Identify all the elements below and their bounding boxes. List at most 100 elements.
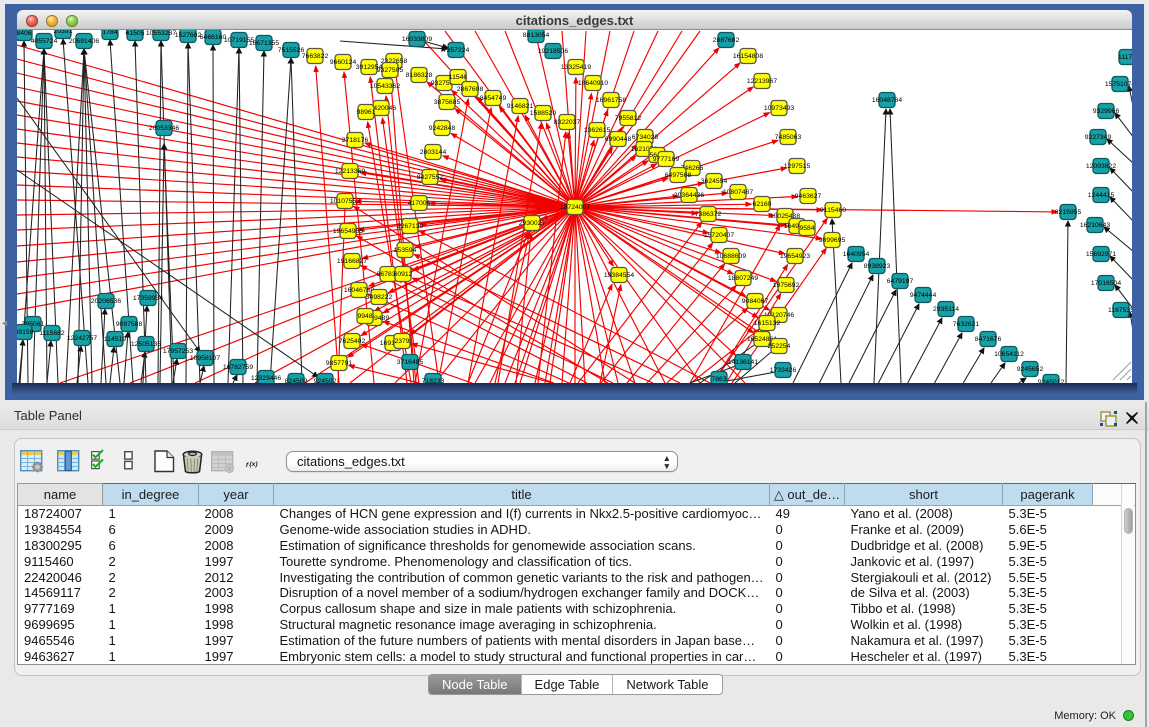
svg-text:7515526: 7515526 bbox=[278, 47, 305, 54]
svg-text:2935114: 2935114 bbox=[933, 306, 959, 313]
svg-text:12242757: 12242757 bbox=[67, 335, 97, 342]
svg-text:1733426: 1733426 bbox=[770, 367, 797, 374]
svg-text:20391: 20391 bbox=[54, 30, 73, 35]
svg-text:18807249: 18807249 bbox=[728, 275, 758, 282]
svg-text:8813054: 8813054 bbox=[523, 32, 550, 39]
svg-text:1615132: 1615132 bbox=[754, 320, 781, 327]
svg-text:9584: 9584 bbox=[799, 225, 814, 232]
svg-text:1588520: 1588520 bbox=[530, 110, 557, 117]
svg-text:3624554: 3624554 bbox=[701, 178, 728, 185]
svg-text:15692971: 15692971 bbox=[1086, 251, 1116, 258]
svg-text:11174: 11174 bbox=[1118, 54, 1132, 61]
svg-text:8454749: 8454749 bbox=[480, 95, 507, 102]
svg-text:19654923: 19654923 bbox=[780, 253, 810, 260]
svg-text:8938923: 8938923 bbox=[864, 263, 891, 270]
svg-text:12213369: 12213369 bbox=[335, 168, 365, 175]
svg-text:17957253: 17957253 bbox=[163, 348, 193, 355]
svg-text:3498222: 3498222 bbox=[366, 294, 393, 301]
svg-text:9948: 9948 bbox=[357, 313, 372, 320]
svg-text:6990448: 6990448 bbox=[605, 136, 632, 143]
svg-text:7485063: 7485063 bbox=[775, 134, 802, 141]
svg-text:9115460: 9115460 bbox=[820, 207, 846, 214]
svg-text:9899695: 9899695 bbox=[819, 237, 846, 244]
svg-text:3716485: 3716485 bbox=[397, 359, 424, 366]
svg-text:9245652: 9245652 bbox=[1017, 366, 1044, 373]
svg-text:10807487: 10807487 bbox=[723, 189, 753, 196]
svg-text:824509: 824509 bbox=[285, 378, 308, 383]
svg-text:153594: 153594 bbox=[394, 247, 417, 254]
svg-text:3875685: 3875685 bbox=[434, 99, 461, 106]
svg-text:9329966: 9329966 bbox=[1093, 108, 1120, 115]
svg-text:19218506: 19218506 bbox=[538, 48, 568, 55]
svg-text:7663822: 7663822 bbox=[302, 53, 329, 60]
svg-text:9084067: 9084067 bbox=[742, 298, 769, 305]
svg-text:16961758: 16961758 bbox=[596, 97, 626, 104]
svg-text:14136141: 14136141 bbox=[728, 359, 758, 366]
svg-text:18640910: 18640910 bbox=[578, 80, 608, 87]
svg-text:9474444: 9474444 bbox=[910, 292, 937, 299]
svg-text:1244415: 1244415 bbox=[1088, 192, 1115, 199]
svg-text:1527602: 1527602 bbox=[175, 32, 202, 39]
svg-text:16154808: 16154808 bbox=[733, 53, 763, 60]
svg-text:10107553: 10107553 bbox=[330, 198, 360, 205]
svg-text:10958107: 10958107 bbox=[190, 355, 220, 362]
svg-text:98961: 98961 bbox=[357, 109, 376, 116]
svg-text:2930027: 2930027 bbox=[519, 220, 546, 227]
svg-text:39159: 39159 bbox=[17, 329, 34, 336]
svg-text:19166827: 19166827 bbox=[337, 258, 367, 265]
svg-text:9097588: 9097588 bbox=[116, 321, 143, 328]
svg-text:1362615: 1362615 bbox=[584, 127, 611, 134]
svg-text:6734028: 6734028 bbox=[632, 134, 659, 141]
svg-text:4055724: 4055724 bbox=[31, 38, 58, 45]
svg-text:16782759: 16782759 bbox=[223, 364, 253, 371]
svg-text:16033809: 16033809 bbox=[402, 36, 432, 43]
svg-text:252254: 252254 bbox=[768, 343, 791, 350]
svg-text:9327505: 9327505 bbox=[377, 67, 404, 74]
svg-text:2803144: 2803144 bbox=[420, 149, 447, 156]
svg-text:10553287: 10553287 bbox=[146, 30, 176, 37]
svg-text:19384554: 19384554 bbox=[604, 272, 634, 279]
svg-text:9777169: 9777169 bbox=[653, 156, 680, 163]
svg-text:13325419: 13325419 bbox=[561, 64, 591, 71]
svg-text:8471676: 8471676 bbox=[975, 336, 1002, 343]
svg-text:7863: 7863 bbox=[711, 376, 726, 383]
svg-text:19654985: 19654985 bbox=[333, 228, 363, 235]
svg-text:9242848: 9242848 bbox=[429, 125, 456, 132]
svg-text:114519: 114519 bbox=[104, 336, 126, 343]
svg-text:8322037: 8322037 bbox=[554, 119, 581, 126]
svg-text:2887682: 2887682 bbox=[713, 37, 740, 44]
svg-text:6479197: 6479197 bbox=[887, 278, 914, 285]
svg-text:1975692: 1975692 bbox=[773, 282, 800, 289]
svg-text:61505: 61505 bbox=[126, 30, 145, 37]
svg-text:8215955: 8215955 bbox=[1055, 209, 1082, 216]
svg-text:7386372: 7386372 bbox=[695, 211, 722, 218]
svg-text:2379: 2379 bbox=[394, 338, 409, 345]
svg-text:417006: 417006 bbox=[408, 200, 431, 207]
svg-text:20691406: 20691406 bbox=[69, 38, 99, 45]
svg-text:10543362: 10543362 bbox=[370, 83, 400, 90]
svg-text:10973493: 10973493 bbox=[764, 105, 794, 112]
svg-text:20206536: 20206536 bbox=[91, 298, 121, 305]
svg-text:9463627: 9463627 bbox=[795, 193, 822, 200]
svg-text:17016504: 17016504 bbox=[1091, 280, 1121, 287]
svg-text:9146821: 9146821 bbox=[507, 103, 534, 110]
svg-text:20053346: 20053346 bbox=[149, 125, 179, 132]
svg-text:20364436: 20364436 bbox=[674, 192, 704, 199]
svg-text:1115682: 1115682 bbox=[39, 330, 65, 337]
svg-text:9227349: 9227349 bbox=[1085, 134, 1112, 141]
svg-text:12505135: 12505135 bbox=[131, 341, 161, 348]
svg-text:16671355: 16671355 bbox=[249, 40, 279, 47]
svg-text:62160: 62160 bbox=[753, 201, 772, 208]
svg-text:718233: 718233 bbox=[422, 378, 445, 383]
svg-text:1640954: 1640954 bbox=[843, 251, 870, 258]
svg-text:1297515: 1297515 bbox=[784, 163, 811, 170]
svg-text:10654112: 10654112 bbox=[994, 351, 1024, 358]
svg-text:9660124: 9660124 bbox=[330, 59, 357, 66]
svg-text:7632621: 7632621 bbox=[953, 321, 980, 328]
svg-text:15751074: 15751074 bbox=[1105, 81, 1132, 88]
svg-text:12093822: 12093822 bbox=[1086, 163, 1116, 170]
svg-text:16048784: 16048784 bbox=[872, 97, 902, 104]
svg-text:1167535: 1167535 bbox=[1108, 307, 1132, 314]
svg-text:11546: 11546 bbox=[449, 74, 468, 81]
svg-text:12323446: 12323446 bbox=[251, 375, 281, 382]
